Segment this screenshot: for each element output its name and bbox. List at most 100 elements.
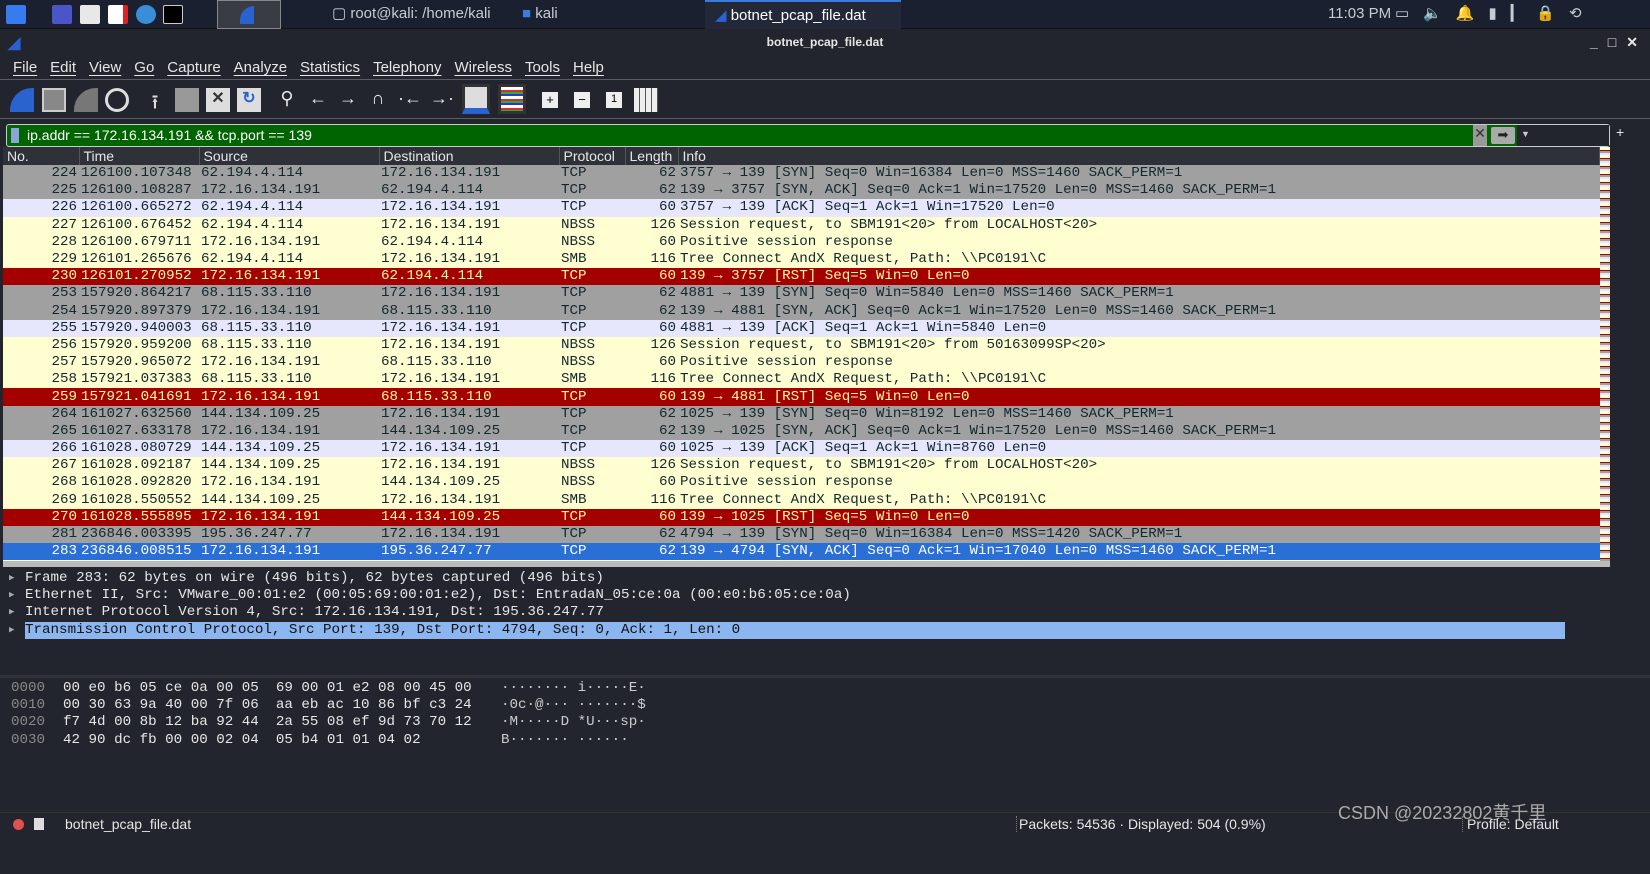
packet-list[interactable]: No. Time Source Destination Protocol Len…	[3, 147, 1600, 561]
colorize-icon[interactable]	[498, 84, 526, 114]
task-kali-folder[interactable]: ■ kali	[522, 0, 702, 29]
hex-bytes[interactable]: 00 30 63 9a 40 00 7f 06 aa eb ac 10 86 b…	[63, 697, 501, 714]
go-forward-icon[interactable]: →	[336, 88, 360, 112]
detail-tree-item[interactable]: ▶ Frame 283: 62 bytes on wire (496 bits),…	[3, 570, 1610, 587]
pane-splitter[interactable]	[0, 675, 1650, 678]
apply-filter-icon[interactable]: ➡	[1491, 127, 1515, 144]
kali-menu-icon[interactable]	[6, 5, 26, 24]
packet-row[interactable]: 226 126100.665272 62.194.4.114 172.16.134.1…	[3, 199, 1600, 217]
packet-row[interactable]: 257 157920.965072 172.16.134.191 68.115.33.…	[3, 354, 1600, 372]
packet-row[interactable]: 228 126100.679711 172.16.134.191 62.194.4.1…	[3, 233, 1600, 251]
menu-statistics[interactable]: Statistics	[293, 56, 366, 80]
packet-row[interactable]: 281 236846.003395 195.36.247.77 172.16.134.…	[3, 525, 1600, 544]
hex-bytes[interactable]: 00 e0 b6 05 ce 0a 00 05 69 00 01 e2 08 0…	[63, 680, 501, 697]
packet-details-pane[interactable]: ▶ Frame 283: 62 bytes on wire (496 bits),…	[3, 570, 1610, 670]
expand-arrow-icon[interactable]: ▶	[9, 604, 14, 621]
stop-capture-icon[interactable]	[42, 88, 66, 112]
go-back-icon[interactable]: ←	[306, 88, 330, 112]
tray-icons[interactable]: ▭🔈🔔▮▎🔒⟲	[1395, 0, 1596, 29]
hex-bytes[interactable]: 42 90 dc fb 00 00 02 04 05 b4 01 01 04 0…	[63, 732, 501, 749]
menu-edit[interactable]: Edit	[43, 56, 82, 80]
clear-filter-icon[interactable]: ✕	[1473, 125, 1487, 146]
column-destination[interactable]: Destination	[379, 147, 560, 165]
detail-tree-item[interactable]: ▶ Transmission Control Protocol, Src Port…	[3, 621, 1610, 639]
menu-telephony[interactable]: Telephony	[366, 56, 447, 80]
column-no[interactable]: No.	[3, 147, 80, 165]
start-capture-icon[interactable]	[10, 88, 34, 112]
zoom-in-icon[interactable]: +	[542, 92, 558, 108]
restart-capture-icon[interactable]	[74, 88, 98, 112]
terminal-icon[interactable]	[163, 5, 183, 24]
task-terminal[interactable]: ▢ root@kali: /home/kali	[332, 0, 512, 29]
find-packet-icon[interactable]: ⚲	[275, 88, 299, 112]
menu-analyze[interactable]: Analyze	[227, 56, 293, 80]
display-filter-input[interactable]: ip.addr == 172.16.134.191 && tcp.port ==…	[27, 127, 312, 143]
packet-row[interactable]: 256 157920.959200 68.115.33.110 172.16.134.…	[3, 336, 1600, 355]
zoom-out-icon[interactable]: −	[574, 92, 590, 108]
packet-row[interactable]: 224 126100.107348 62.194.4.114 172.16.134.1…	[3, 165, 1600, 183]
menu-wireless[interactable]: Wireless	[447, 56, 518, 80]
autoscroll-icon[interactable]	[462, 84, 490, 114]
expand-arrow-icon[interactable]: ▶	[9, 570, 14, 587]
open-file-icon[interactable]: ⭱	[143, 88, 167, 114]
task-wireshark[interactable]: ◢ botnet_pcap_file.dat	[705, 0, 901, 29]
detail-tree-item[interactable]: ▶ Ethernet II, Src: VMware_00:01:e2 (00:0…	[3, 587, 1610, 604]
hex-bytes[interactable]: f7 4d 00 8b 12 ba 92 44 2a 55 08 ef 9d 7…	[63, 714, 501, 731]
packet-row[interactable]: 265 161027.633178 172.16.134.191 144.134.10…	[3, 422, 1600, 440]
bookmark-icon[interactable]	[11, 128, 19, 143]
first-packet-icon[interactable]: ·←	[398, 88, 422, 112]
filter-dropdown-icon[interactable]: ▼	[1517, 125, 1609, 146]
column-time[interactable]: Time	[79, 147, 200, 165]
packet-row[interactable]: 269 161028.550552 144.134.109.25 172.16.134…	[3, 491, 1600, 509]
display-filter-bar[interactable]: ip.addr == 172.16.134.191 && tcp.port ==…	[6, 124, 1610, 147]
hex-ascii[interactable]: ·0c·@··· ·······$	[501, 697, 646, 713]
menu-help[interactable]: Help	[566, 56, 610, 80]
menu-go[interactable]: Go	[127, 56, 160, 80]
expand-arrow-icon[interactable]: ▶	[9, 587, 14, 604]
column-info[interactable]: Info	[678, 147, 1600, 165]
column-length[interactable]: Length	[625, 147, 679, 165]
hex-ascii[interactable]: ·M·····D *U···sp·	[501, 714, 646, 730]
capture-comment-icon[interactable]	[34, 818, 44, 830]
workspace-icon[interactable]	[52, 5, 72, 24]
menu-capture[interactable]: Capture	[160, 56, 226, 80]
horizontal-scrollbar[interactable]	[3, 561, 1610, 567]
menu-tools[interactable]: Tools	[518, 56, 566, 80]
window-controls[interactable]: _□✕	[1590, 30, 1648, 54]
packet-minimap-scrollbar[interactable]	[1600, 147, 1610, 561]
menu-view[interactable]: View	[82, 56, 127, 80]
packet-row[interactable]: 230 126101.270952 172.16.134.191 62.194.4.1…	[3, 268, 1600, 286]
last-packet-icon[interactable]: →·	[430, 88, 454, 112]
go-to-packet-icon[interactable]: ∩	[366, 88, 390, 112]
packet-row[interactable]: 268 161028.092820 172.16.134.191 144.134.10…	[3, 474, 1600, 492]
save-file-icon[interactable]	[175, 88, 199, 112]
text-editor-icon[interactable]	[108, 5, 128, 24]
packet-row[interactable]: 270 161028.555895 172.16.134.191 144.134.10…	[3, 508, 1600, 526]
packet-row[interactable]: 264 161027.632560 144.134.109.25 172.16.134…	[3, 405, 1600, 423]
column-source[interactable]: Source	[199, 147, 380, 165]
hex-ascii[interactable]: ········ i·····E·	[501, 680, 646, 696]
packet-bytes-pane[interactable]: 0000 00 e0 b6 05 ce 0a 00 05 69 00 01 e2 …	[3, 680, 1610, 800]
expert-info-icon[interactable]	[13, 819, 24, 830]
file-manager-icon[interactable]	[80, 5, 100, 24]
packet-row[interactable]: 259 157921.041691 172.16.134.191 68.115.33.…	[3, 388, 1600, 406]
status-profile[interactable]: Profile: Default	[1462, 816, 1559, 832]
resize-columns-icon[interactable]	[634, 88, 658, 112]
add-filter-button-icon[interactable]: +	[1616, 124, 1624, 140]
packet-row[interactable]: 254 157920.897379 172.16.134.191 68.115.33.…	[3, 302, 1600, 320]
packet-row[interactable]: 255 157920.940003 68.115.33.110 172.16.134.…	[3, 319, 1600, 337]
packet-row[interactable]: 225 126100.108287 172.16.134.191 62.194.4.1…	[3, 182, 1600, 200]
close-file-icon[interactable]: ✕	[206, 88, 230, 112]
normal-size-icon[interactable]: 1	[606, 92, 622, 108]
packet-row[interactable]: 253 157920.864217 68.115.33.110 172.16.134.…	[3, 285, 1600, 303]
packet-row[interactable]: 229 126101.265676 62.194.4.114 172.16.134.1…	[3, 250, 1600, 269]
wireshark-launcher[interactable]	[217, 0, 281, 29]
capture-options-icon[interactable]	[105, 88, 129, 112]
packet-row[interactable]: 266 161028.080729 144.134.109.25 172.16.134…	[3, 440, 1600, 458]
hex-ascii[interactable]: B······· ······	[501, 732, 629, 748]
packet-row[interactable]: 227 126100.676452 62.194.4.114 172.16.134.1…	[3, 216, 1600, 234]
browser-icon[interactable]	[136, 5, 156, 24]
packet-row[interactable]: 283 236846.008515 172.16.134.191 195.36.247…	[3, 543, 1600, 561]
packet-row[interactable]: 258 157921.037383 68.115.33.110 172.16.134.…	[3, 371, 1600, 389]
reload-file-icon[interactable]: ↻	[237, 88, 261, 112]
